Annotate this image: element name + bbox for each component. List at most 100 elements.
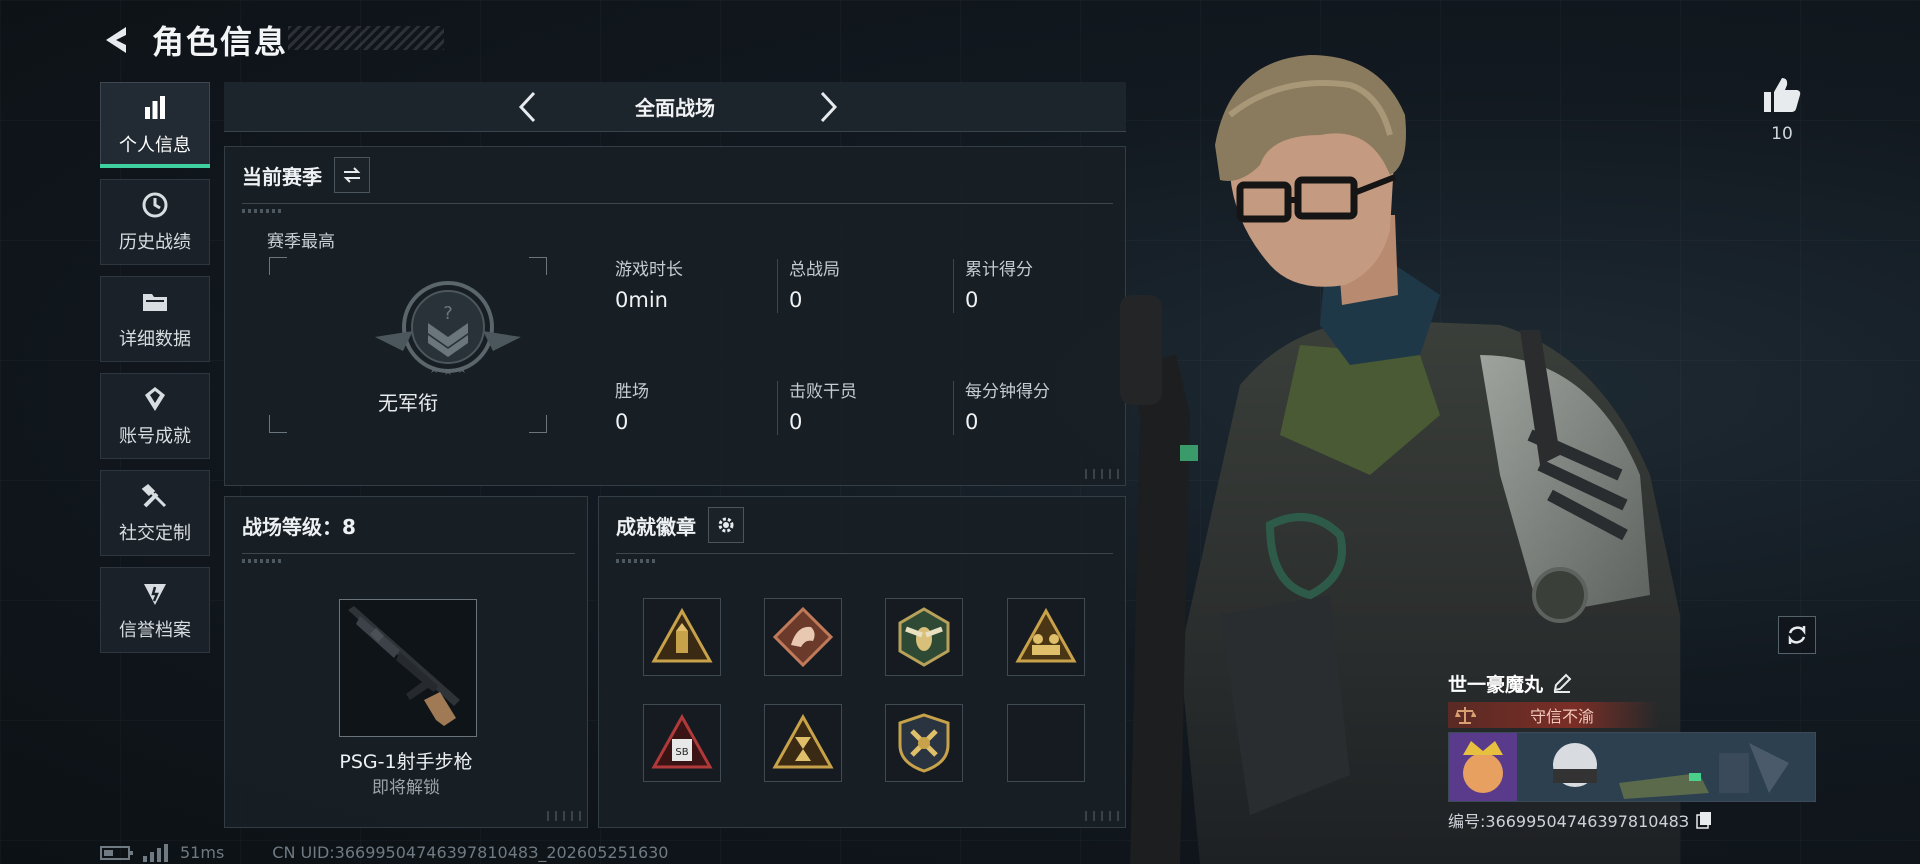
bar-chart-icon <box>145 96 165 119</box>
player-name: 世一豪魔丸 <box>1448 673 1544 696</box>
folder-icon <box>143 294 167 311</box>
stat-label: 总战局 <box>789 260 840 280</box>
sb-badge-icon: SB <box>651 713 713 769</box>
sidebar-item-label: 信誉档案 <box>119 620 191 641</box>
divider-dots <box>616 559 656 563</box>
stat-label: 每分钟得分 <box>965 382 1050 402</box>
weapon-reward-card[interactable] <box>339 599 477 737</box>
badge-slot-1[interactable] <box>643 598 721 676</box>
achievement-icon <box>145 387 165 411</box>
signal-icon <box>143 843 168 862</box>
divider <box>616 553 1113 554</box>
badge-slot-empty[interactable] <box>1007 704 1085 782</box>
copy-icon[interactable] <box>1695 811 1713 829</box>
badges-panel-header: 成就徽章 <box>616 507 744 543</box>
season-switch-button[interactable] <box>334 157 370 193</box>
badge-slot-6[interactable] <box>764 704 842 782</box>
title-stripe-decoration <box>288 26 444 50</box>
dragon-badge-icon <box>772 606 834 668</box>
sidebar-item-history[interactable]: 历史战绩 <box>100 179 210 265</box>
badges-title: 成就徽章 <box>616 514 696 539</box>
corner-decoration <box>547 811 581 821</box>
like-count: 10 <box>1771 124 1793 144</box>
weapon-unlock-status: 即将解锁 <box>372 778 440 798</box>
back-arrow-icon[interactable] <box>100 23 134 57</box>
reputation-icon <box>144 584 166 605</box>
stat-value: 0 <box>615 410 629 434</box>
stat-total-matches: 总战局 0 <box>777 255 947 313</box>
stat-label: 胜场 <box>615 382 649 402</box>
wasp-badge-icon <box>898 607 950 667</box>
title-plate[interactable]: 守信不渝 <box>1448 702 1658 728</box>
badge-slot-2[interactable] <box>764 598 842 676</box>
history-icon <box>142 192 168 218</box>
stat-value: 0 <box>789 410 803 434</box>
tools-icon <box>141 484 167 508</box>
ping-value: 51ms <box>180 843 225 862</box>
ammo-badge-icon <box>651 607 713 663</box>
rank-frame: ? 无军衔 <box>269 257 547 433</box>
stat-value: 0 <box>965 410 979 434</box>
season-title: 当前赛季 <box>242 164 322 189</box>
season-panel: 当前赛季 赛季最高 ? 无军衔 游戏时长 0min 总战局 0 累计得分 0 胜… <box>224 146 1126 486</box>
sidebar-item-label: 详细数据 <box>119 329 191 350</box>
sidebar-item-label: 社交定制 <box>119 523 191 544</box>
mode-title: 全面战场 <box>635 96 715 120</box>
sidebar-item-achievements[interactable]: 账号成就 <box>100 373 210 459</box>
squad-badge-icon <box>1015 607 1077 663</box>
svg-text:?: ? <box>443 303 453 324</box>
page-title: 角色信息 <box>152 23 289 61</box>
refresh-character-button[interactable] <box>1778 616 1816 654</box>
divider-dots <box>242 559 282 563</box>
chevron-left-icon[interactable] <box>512 90 546 124</box>
shield-badge-icon <box>898 713 950 773</box>
like-counter[interactable]: 10 <box>1758 76 1806 144</box>
thumbs-up-icon <box>1764 78 1801 112</box>
battlefield-level-panel: 战场等级：8 PSG-1射手步枪 即将解锁 <box>224 496 588 828</box>
sidebar-item-social-custom[interactable]: 社交定制 <box>100 470 210 556</box>
stat-label: 累计得分 <box>965 260 1033 280</box>
achievement-badges-panel: 成就徽章 SB <box>598 496 1126 828</box>
sidebar-item-detailed-data[interactable]: 详细数据 <box>100 276 210 362</box>
stat-value: 0 <box>965 288 979 312</box>
banner-artwork-icon <box>1449 733 1815 801</box>
sidebar-item-label: 账号成就 <box>119 426 191 447</box>
swap-icon <box>343 167 361 183</box>
title-plate-text: 守信不渝 <box>1530 707 1595 726</box>
stat-wins: 胜场 0 <box>603 377 773 434</box>
uid-text: CN UID:3669950474639781048З_202605251630 <box>272 843 669 862</box>
stat-operators-defeated: 击败干员 0 <box>777 377 947 435</box>
level-panel-header: 战场等级：8 <box>242 511 356 540</box>
sidebar: 个人信息 历史战绩 详细数据 账号成就 社交定制 信誉档案 <box>100 82 210 664</box>
divider <box>242 553 575 554</box>
sidebar-item-reputation[interactable]: 信誉档案 <box>100 567 210 653</box>
season-best-label: 赛季最高 <box>267 232 335 252</box>
hourglass-badge-icon <box>772 713 834 769</box>
badge-settings-button[interactable] <box>708 507 744 543</box>
divider-dots <box>242 209 282 213</box>
badge-slot-5[interactable]: SB <box>643 704 721 782</box>
gear-icon <box>718 517 734 533</box>
sidebar-item-personal-info[interactable]: 个人信息 <box>100 82 210 168</box>
level-title: 战场等级：8 <box>242 515 356 539</box>
weapon-name: PSG-1射手步枪 <box>339 751 473 773</box>
badge-slot-7[interactable] <box>885 704 963 782</box>
battery-icon <box>100 845 133 860</box>
stat-play-time: 游戏时长 0min <box>603 255 773 312</box>
corner-decoration <box>1085 811 1119 821</box>
chevron-right-icon[interactable] <box>810 90 844 124</box>
badge-slot-3[interactable] <box>885 598 963 676</box>
player-banner[interactable] <box>1448 732 1816 802</box>
stat-label: 游戏时长 <box>615 260 683 280</box>
refresh-icon <box>1788 626 1806 644</box>
stat-score-per-minute: 每分钟得分 0 <box>953 377 1123 435</box>
edit-icon[interactable] <box>1551 672 1573 694</box>
badge-slot-4[interactable] <box>1007 598 1085 676</box>
scales-icon <box>1455 707 1476 724</box>
sidebar-item-label: 历史战绩 <box>119 232 191 253</box>
status-footer: 51ms CN UID:3669950474639781048З_2026052… <box>100 843 668 862</box>
stat-total-score: 累计得分 0 <box>953 255 1123 313</box>
rank-name: 无军衔 <box>378 391 438 415</box>
svg-text:SB: SB <box>675 747 688 758</box>
player-id: 编号:3669950474639781048З <box>1448 812 1690 831</box>
